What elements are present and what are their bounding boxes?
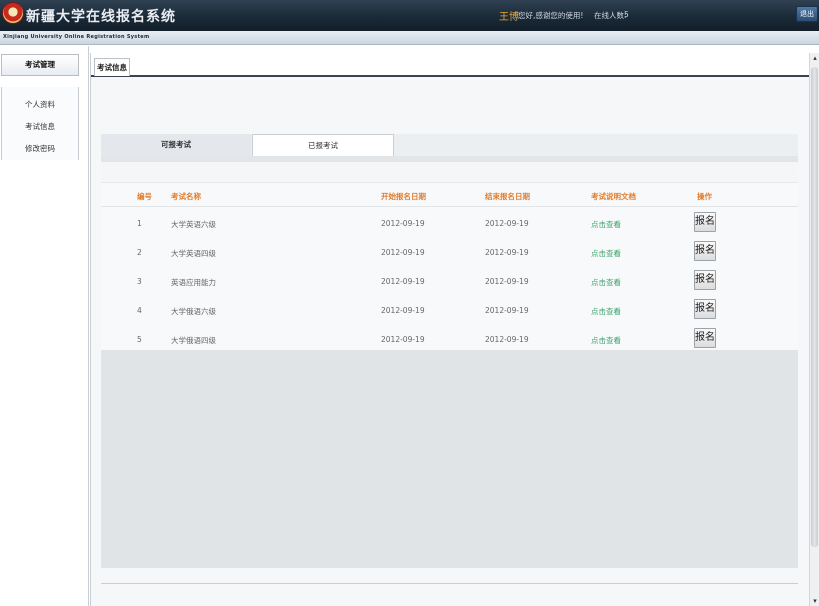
scrollbar-thumb[interactable] (811, 67, 818, 547)
user-name: 王博 (499, 12, 519, 23)
cell-start-date: 2012-09-19 (381, 219, 425, 228)
table-header-divider (101, 206, 798, 207)
cell-name: 英语应用能力 (171, 278, 216, 287)
cell-start-date: 2012-09-19 (381, 306, 425, 315)
subtabs: 可报考试 已报考试 (101, 134, 798, 157)
subtab-available-exams[interactable]: 可报考试 (101, 134, 251, 156)
tab-bar: 考试信息 (91, 53, 809, 77)
app-header: 新疆大学在线报名系统 王博 您好,感谢您的使用! 在线人数: 5 退出 (0, 0, 819, 31)
subtitle-bar: Xinjiang University Online Registration … (0, 31, 819, 45)
cell-start-date: 2012-09-19 (381, 248, 425, 257)
table-row: 4 大学俄语六级 2012-09-19 2012-09-19 点击查看 报名 (101, 296, 798, 325)
cell-start-date: 2012-09-19 (381, 335, 425, 344)
register-button[interactable]: 报名 (694, 328, 716, 348)
col-header-id: 编号 (137, 192, 152, 201)
cell-end-date: 2012-09-19 (485, 306, 529, 315)
exam-panel: 编号 考试名称 开始报名日期 结束报名日期 考试说明文档 操作 1 大学英语六级… (101, 162, 798, 568)
cell-id: 2 (137, 248, 142, 257)
greeting-text: 您好,感谢您的使用! (518, 11, 584, 20)
cell-id: 4 (137, 306, 142, 315)
cell-end-date: 2012-09-19 (485, 248, 529, 257)
col-header-name: 考试名称 (171, 192, 201, 201)
sidebar-header-exam-management[interactable]: 考试管理 (1, 54, 79, 76)
subtab-registered-exams[interactable]: 已报考试 (252, 134, 394, 157)
sidebar-item-change-password[interactable]: 修改密码 (2, 142, 78, 156)
table-row: 2 大学英语四级 2012-09-19 2012-09-19 点击查看 报名 (101, 238, 798, 267)
table-toolbar (101, 162, 798, 182)
online-label: 在线人数: (594, 11, 627, 20)
view-doc-link[interactable]: 点击查看 (591, 248, 621, 259)
register-button[interactable]: 报名 (694, 212, 716, 232)
scroll-down-arrow-icon[interactable]: ▾ (810, 596, 819, 606)
col-header-end-date: 结束报名日期 (485, 192, 530, 201)
sidebar: 考试管理 个人资料 考试信息 修改密码 (0, 46, 89, 606)
view-doc-link[interactable]: 点击查看 (591, 219, 621, 230)
view-doc-link[interactable]: 点击查看 (591, 277, 621, 288)
footer-divider (101, 583, 798, 584)
cell-name: 大学英语四级 (171, 249, 216, 258)
col-header-action: 操作 (697, 192, 712, 201)
scroll-up-arrow-icon[interactable]: ▴ (810, 53, 819, 63)
col-header-start-date: 开始报名日期 (381, 192, 426, 201)
register-button[interactable]: 报名 (694, 270, 716, 290)
cell-end-date: 2012-09-19 (485, 277, 529, 286)
cell-name: 大学英语六级 (171, 220, 216, 229)
online-count: 5 (624, 10, 629, 19)
logout-button[interactable]: 退出 (796, 6, 818, 22)
cell-name: 大学俄语四级 (171, 336, 216, 345)
register-button[interactable]: 报名 (694, 241, 716, 261)
table-row: 1 大学英语六级 2012-09-19 2012-09-19 点击查看 报名 (101, 209, 798, 238)
university-logo-icon (3, 3, 23, 23)
exam-table: 编号 考试名称 开始报名日期 结束报名日期 考试说明文档 操作 1 大学英语六级… (101, 182, 798, 350)
table-row: 3 英语应用能力 2012-09-19 2012-09-19 点击查看 报名 (101, 267, 798, 296)
cell-end-date: 2012-09-19 (485, 335, 529, 344)
table-row: 5 大学俄语四级 2012-09-19 2012-09-19 点击查看 报名 (101, 325, 798, 354)
cell-name: 大学俄语六级 (171, 307, 216, 316)
sidebar-item-exam-info[interactable]: 考试信息 (2, 120, 78, 134)
main-content: 考试信息 可报考试 已报考试 编号 考试名称 开始报名日期 结束报名日期 考试说… (90, 53, 809, 606)
site-subtitle: Xinjiang University Online Registration … (3, 34, 150, 40)
register-button[interactable]: 报名 (694, 299, 716, 319)
view-doc-link[interactable]: 点击查看 (591, 335, 621, 346)
site-title: 新疆大学在线报名系统 (26, 9, 176, 25)
sidebar-menu: 个人资料 考试信息 修改密码 (1, 87, 79, 160)
cell-id: 1 (137, 219, 142, 228)
vertical-scrollbar[interactable]: ▴ ▾ (809, 53, 819, 606)
cell-id: 3 (137, 277, 142, 286)
cell-id: 5 (137, 335, 142, 344)
cell-end-date: 2012-09-19 (485, 219, 529, 228)
view-doc-link[interactable]: 点击查看 (591, 306, 621, 317)
tab-exam-info[interactable]: 考试信息 (94, 58, 130, 76)
sidebar-item-profile[interactable]: 个人资料 (2, 98, 78, 112)
cell-start-date: 2012-09-19 (381, 277, 425, 286)
col-header-doc: 考试说明文档 (591, 192, 636, 201)
